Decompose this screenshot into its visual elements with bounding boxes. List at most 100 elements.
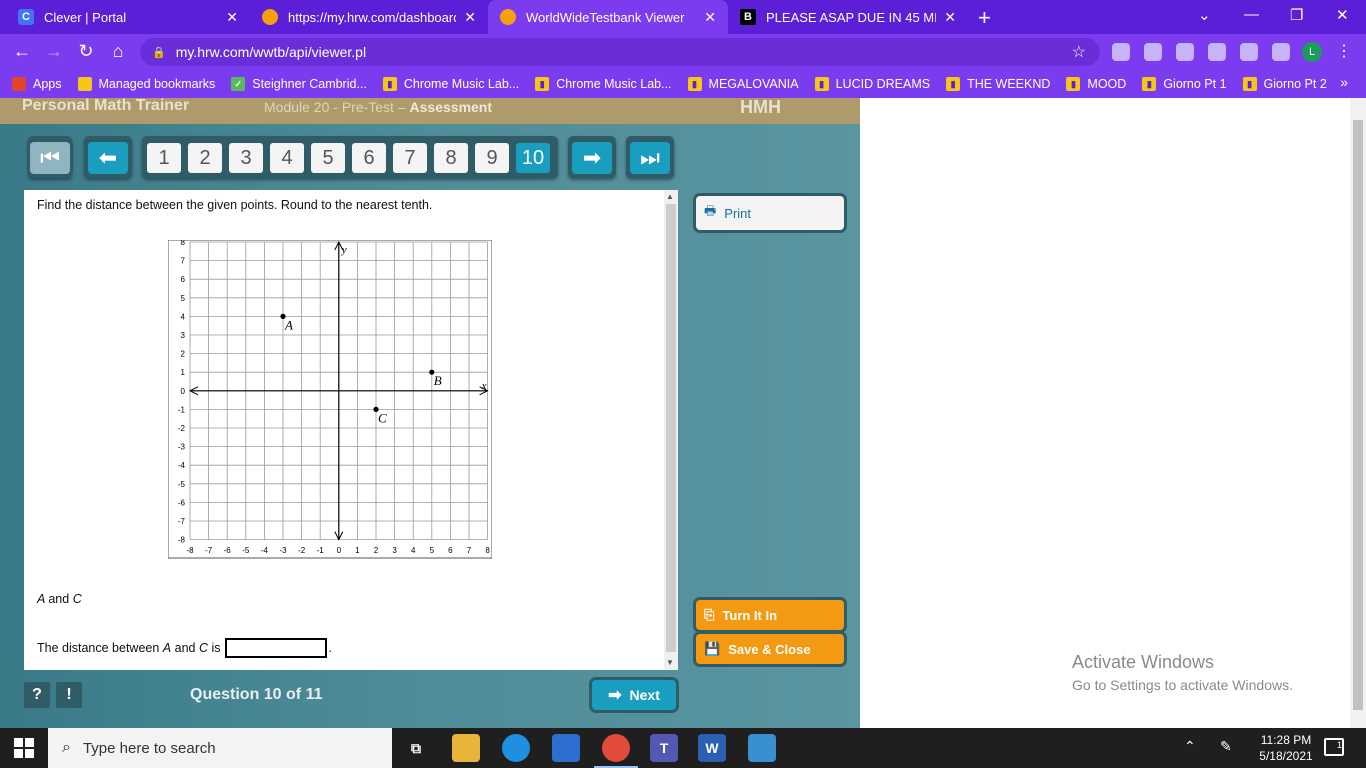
last-question-button[interactable]: ⏭ [630, 142, 670, 174]
music-lab-icon: ▮ [382, 77, 397, 91]
translate-extension-icon[interactable] [1112, 43, 1130, 61]
question-number-5[interactable]: 5 [311, 143, 345, 173]
word-icon[interactable]: W [698, 734, 726, 762]
question-number-8[interactable]: 8 [434, 143, 468, 173]
bookmark-steighner[interactable]: ✓ Steighner Cambrid... [231, 77, 367, 91]
file-explorer-icon[interactable] [452, 734, 480, 762]
extension-icon[interactable] [1240, 43, 1258, 61]
forward-icon[interactable]: → [42, 41, 66, 62]
tab-title: PLEASE ASAP DUE IN 45 MINS - [766, 9, 937, 25]
question-number-7[interactable]: 7 [393, 143, 427, 173]
bookmark-music-lab-1[interactable]: ▮ Chrome Music Lab... [382, 77, 519, 91]
close-tab-icon[interactable]: ✕ [944, 9, 956, 26]
taskbar-clock[interactable]: 11:28 PM 5/18/2021 [1256, 732, 1316, 764]
windows-taskbar: ⌕ Type here to search ⧉ T W ⌃ ✎ 11:28 PM… [0, 728, 1366, 768]
new-tab-button[interactable]: + [978, 5, 991, 31]
page-scrollbar[interactable] [1350, 98, 1366, 728]
next-button[interactable]: ➡ Next [592, 680, 676, 710]
lock-icon: 🔒 [152, 46, 166, 59]
scroll-up-icon[interactable]: ▲ [666, 192, 674, 201]
help-button[interactable]: ? [24, 682, 50, 708]
pen-icon[interactable]: ✎ [1220, 738, 1232, 755]
next-question-arrow-button[interactable]: ➡ [572, 142, 612, 174]
bookmark-label: MEGALOVANIA [708, 77, 799, 91]
tray-chevron-icon[interactable]: ⌃ [1184, 738, 1196, 755]
tab-brainly[interactable]: B PLEASE ASAP DUE IN 45 MINS - ✕ [728, 0, 968, 34]
point-pair: A and C [37, 592, 82, 606]
taskbar-search[interactable]: ⌕ Type here to search [48, 728, 392, 768]
tab-testbank-viewer[interactable]: WorldWideTestbank Viewer ✕ [488, 0, 728, 34]
minimize-icon[interactable]: — [1244, 6, 1259, 23]
distance-answer-input[interactable] [224, 638, 327, 658]
bookmark-mood[interactable]: ▮ MOOD [1066, 77, 1126, 91]
report-warning-button[interactable]: ! [56, 682, 82, 708]
question-scrollbar[interactable]: ▲ ▼ [664, 190, 678, 670]
notification-center-icon[interactable]: 1 [1324, 738, 1344, 756]
question-number-9[interactable]: 9 [475, 143, 509, 173]
extension-icon[interactable] [1144, 43, 1162, 61]
y-tick-label: 8 [181, 240, 186, 247]
watermark-line-1: Activate Windows [1072, 652, 1215, 672]
bookmark-label: Steighner Cambrid... [252, 77, 367, 91]
puzzle-extensions-icon[interactable] [1272, 43, 1290, 61]
page-scroll-thumb[interactable] [1353, 120, 1363, 710]
close-tab-icon[interactable]: ✕ [464, 9, 476, 26]
turn-it-in-button[interactable]: ⎘ Turn It In [696, 600, 844, 630]
bookmark-the-weeknd[interactable]: ▮ THE WEEKND [946, 77, 1050, 91]
bookmark-giorno-1[interactable]: ▮ Giorno Pt 1 [1142, 77, 1227, 91]
question-number-4[interactable]: 4 [270, 143, 304, 173]
clever-icon: C [18, 9, 34, 25]
extension-icon[interactable] [1208, 43, 1226, 61]
address-bar[interactable]: 🔒 my.hrw.com/wwtb/api/viewer.pl ☆ [140, 38, 1100, 66]
chrome-menu-icon[interactable]: ⋮ [1336, 41, 1352, 61]
back-icon[interactable]: ← [10, 41, 34, 62]
extension-icon[interactable] [1176, 43, 1194, 61]
close-window-icon[interactable]: ✕ [1336, 6, 1349, 24]
save-close-button[interactable]: 💾 Save & Close [696, 634, 844, 664]
tab-clever[interactable]: C Clever | Portal ✕ [6, 0, 250, 34]
test-viewer: Personal Math Trainer Module 20 - Pre-Te… [0, 98, 860, 728]
x-tick-label: 6 [448, 546, 453, 555]
x-tick-label: 1 [355, 546, 360, 555]
bookmark-giorno-2[interactable]: ▮ Giorno Pt 2 [1242, 77, 1327, 91]
bookmark-music-lab-2[interactable]: ▮ Chrome Music Lab... [535, 77, 672, 91]
print-button[interactable]: 🖶 Print [696, 196, 844, 230]
chrome-icon[interactable] [594, 734, 638, 768]
maximize-icon[interactable]: ❐ [1290, 6, 1303, 24]
question-prompt: Find the distance between the given poin… [37, 198, 433, 212]
bookmark-apps[interactable]: Apps [12, 77, 62, 91]
question-number-3[interactable]: 3 [229, 143, 263, 173]
bookmark-lucid-dreams[interactable]: ▮ LUCID DREAMS [814, 77, 930, 91]
bookmark-managed[interactable]: Managed bookmarks [77, 77, 215, 91]
close-tab-icon[interactable]: ✕ [226, 9, 238, 26]
hmh-orange-icon [500, 9, 516, 25]
close-tab-icon[interactable]: ✕ [704, 9, 716, 26]
more-bookmarks-icon[interactable]: » [1340, 74, 1348, 90]
tab-hrw-dashboard[interactable]: https://my.hrw.com/dashboard/h ✕ [250, 0, 488, 34]
scroll-down-icon[interactable]: ▼ [666, 658, 674, 667]
store-icon[interactable] [552, 734, 580, 762]
x-tick-label: 4 [411, 546, 416, 555]
question-number-2[interactable]: 2 [188, 143, 222, 173]
first-question-button[interactable]: ⏮ [30, 142, 70, 174]
question-number-1[interactable]: 1 [147, 143, 181, 173]
y-tick-label: 2 [181, 350, 186, 359]
profile-avatar[interactable]: L [1302, 42, 1322, 62]
question-number-6[interactable]: 6 [352, 143, 386, 173]
question-number-10[interactable]: 10 [516, 143, 550, 173]
x-tick-label: 0 [337, 546, 342, 555]
tab-search-icon[interactable]: ⌄ [1198, 6, 1211, 24]
bookmark-megalovania[interactable]: ▮ MEGALOVANIA [687, 77, 799, 91]
task-view-icon[interactable]: ⧉ [402, 734, 430, 762]
scroll-thumb[interactable] [666, 204, 676, 652]
previous-question-button[interactable]: ⬅ [88, 142, 128, 174]
home-icon[interactable]: ⌂ [106, 41, 130, 62]
photos-icon[interactable] [748, 734, 776, 762]
bookmark-star-icon[interactable]: ☆ [1072, 42, 1086, 62]
edge-icon[interactable] [502, 734, 530, 762]
answer-and: and [174, 641, 196, 655]
reload-icon[interactable]: ↻ [74, 41, 98, 62]
teams-icon[interactable]: T [650, 734, 678, 762]
windows-start-icon[interactable] [14, 738, 34, 758]
browser-toolbar: ← → ↻ ⌂ 🔒 my.hrw.com/wwtb/api/viewer.pl … [0, 34, 1366, 70]
